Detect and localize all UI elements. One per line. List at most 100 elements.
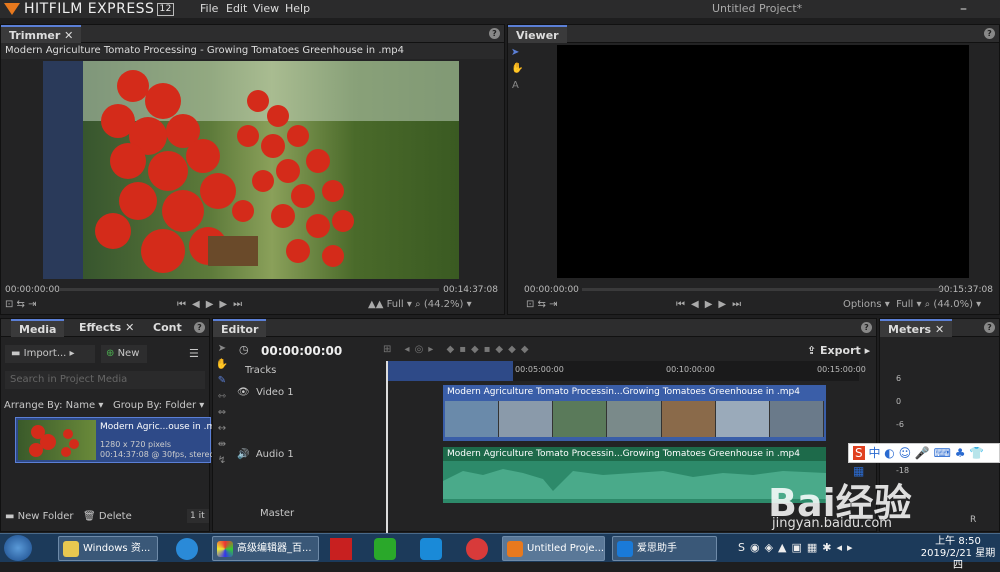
minimize-button[interactable]: – — [960, 0, 967, 18]
taskbar-explorer[interactable]: Windows 资... — [58, 536, 158, 561]
media-panel: Media Effects ✕ Cont ? ▬ Import... ▸ ⊕ N… — [0, 318, 215, 532]
ime-mode: 中 — [868, 446, 881, 460]
new-folder-label: New Folder — [17, 511, 74, 522]
taskbar-aisi-label: 爱思助手 — [637, 543, 677, 554]
tab-meters[interactable]: Meters ✕ — [880, 319, 953, 337]
clock-icon: ◷ — [239, 343, 249, 356]
thumb-frame — [445, 401, 500, 437]
close-icon[interactable]: ✕ — [125, 321, 134, 334]
list-view-icon[interactable]: ☰ — [189, 347, 199, 360]
media-item[interactable]: Modern Agric...ouse in .m 1280 x 720 pix… — [15, 417, 215, 463]
viewer-time-end: 00:15:37:08 — [938, 285, 993, 295]
cloud-icon[interactable] — [420, 538, 442, 560]
ruler-mark-2: 00:10:00:00 — [666, 365, 715, 374]
close-icon[interactable]: ✕ — [935, 323, 944, 336]
master-track-label: Master — [260, 508, 295, 519]
viewer-panel: Viewer ? ➤ ✋ A 00:00:00:00 00:15:37:08 ⊡… — [507, 24, 1000, 315]
new-folder-button[interactable]: ▬ New Folder — [5, 511, 74, 522]
text-tool-icon[interactable]: A — [512, 80, 519, 91]
audio-clip-label: Modern Agriculture Tomato Processin...Gr… — [443, 447, 826, 461]
clock[interactable]: 上午 8:50 2019/2/21 星期四 — [916, 536, 1000, 572]
menu-edit[interactable]: Edit — [226, 0, 247, 18]
thumb-frame — [499, 401, 554, 437]
trimmer-transport[interactable]: ⏮◀▶▶⏭ — [177, 299, 248, 310]
tab-effects[interactable]: Effects ✕ — [71, 319, 142, 337]
start-button[interactable] — [4, 535, 32, 561]
playhead[interactable] — [386, 361, 388, 533]
plus-icon: ⊕ — [106, 348, 115, 359]
trimmer-quality[interactable]: ▲▲ Full ▾ ⌕ (44.2%) ▾ — [368, 299, 472, 310]
select-tool-icon[interactable]: ➤ — [511, 47, 519, 58]
viewer-transport[interactable]: ⏮◀▶▶⏭ — [676, 299, 747, 310]
system-tray[interactable]: S◉◈▲▣▦✱◂▸ — [738, 541, 858, 554]
wechat-icon[interactable] — [374, 538, 396, 560]
eye-icon[interactable]: 👁 — [237, 387, 250, 398]
meter-tick: 0 — [896, 397, 902, 406]
help-icon[interactable]: ? — [489, 28, 500, 39]
taskbar-hitfilm[interactable]: Untitled Proje... — [502, 536, 605, 561]
taskbar-editor[interactable]: 高级编辑器_百... — [212, 536, 319, 561]
project-title: Untitled Project* — [712, 2, 803, 15]
app-icon[interactable] — [330, 538, 352, 560]
editor-timecode[interactable]: 00:00:00:00 — [261, 344, 342, 358]
new-label: New — [117, 348, 140, 359]
trimmer-quality-label: Full — [386, 299, 404, 310]
app-version: 12 — [157, 2, 174, 16]
trimmer-left-tools[interactable]: ⊡ ⇆ ⇥ — [5, 299, 37, 310]
hand-tool-icon[interactable]: ✋ — [511, 63, 523, 74]
sogou-icon: S — [853, 446, 865, 460]
item-count: 1 it — [187, 509, 209, 523]
import-button[interactable]: ▬ Import... ▸ — [5, 345, 95, 363]
trimmer-video-frame[interactable] — [43, 61, 459, 279]
taskbar-aisi[interactable]: 爱思助手 — [612, 536, 717, 561]
tab-viewer[interactable]: Viewer — [508, 25, 567, 43]
help-icon[interactable]: ? — [984, 322, 995, 333]
tab-editor[interactable]: Editor — [213, 319, 267, 337]
media-item-name: Modern Agric...ouse in .m — [100, 422, 216, 432]
aisi-icon — [617, 541, 633, 557]
tab-controls[interactable]: Cont — [145, 319, 190, 337]
tab-trimmer[interactable]: Trimmer ✕ — [1, 25, 82, 43]
thumb-frame — [553, 401, 608, 437]
video-clip[interactable]: Modern Agriculture Tomato Processin...Gr… — [443, 385, 826, 441]
app-icon[interactable] — [466, 538, 488, 560]
group-dropdown[interactable]: Group By: Folder ▾ — [113, 400, 204, 411]
help-icon[interactable]: ? — [194, 322, 205, 333]
viewer-left-tools[interactable]: ⊡ ⇆ ⇥ — [526, 299, 558, 310]
tab-meters-label: Meters — [888, 323, 932, 336]
export-label: Export — [820, 344, 861, 357]
tomato-image — [43, 61, 459, 279]
tab-effects-label: Effects — [79, 321, 122, 334]
ie-icon[interactable] — [176, 538, 198, 560]
trimmer-time-end: 00:14:37:08 — [443, 285, 498, 295]
viewer-canvas[interactable] — [557, 45, 969, 278]
thumb-frame — [769, 401, 824, 437]
arrange-dropdown[interactable]: Arrange By: Name ▾ — [4, 400, 103, 411]
editor-marker-tools[interactable]: ⊞ ◂◎▸ ◆▪◆▪◆◆◆ — [383, 344, 534, 355]
editor-tools[interactable]: ➤ ✋ ✎ ⇿ ⇔ ↔ ⇹ ↯ — [215, 341, 229, 511]
viewer-zoom: (44.0%) — [933, 299, 973, 310]
speaker-icon[interactable]: 🔊 — [237, 449, 249, 460]
ime-toolbar[interactable]: S 中 ◐ ☺ 🎤 ⌨ ♣ 👕 ▦ — [848, 443, 1000, 478]
thumb-frame — [661, 401, 716, 437]
new-button[interactable]: ⊕ New — [101, 345, 147, 363]
menu-help[interactable]: Help — [285, 0, 310, 18]
delete-button[interactable]: 🗑 Delete — [83, 511, 132, 522]
watermark-url: jingyan.baidu.com — [772, 516, 892, 531]
hitfilm-icon — [507, 541, 523, 557]
help-icon[interactable]: ? — [861, 322, 872, 333]
trimmer-scrub-bar[interactable] — [59, 288, 439, 291]
viewer-options[interactable]: Options ▾ Full ▾ ⌕ (44.0%) ▾ — [843, 299, 981, 310]
menu-view[interactable]: View — [253, 0, 279, 18]
help-icon[interactable]: ? — [984, 28, 995, 39]
export-button[interactable]: ⇪ Export ▸ — [807, 344, 870, 357]
work-area[interactable] — [387, 361, 513, 381]
viewer-scrub-bar[interactable] — [582, 288, 942, 291]
media-item-info: 00:14:37:08 @ 30fps, stereo — [100, 450, 215, 459]
menu-file[interactable]: File — [200, 0, 218, 18]
thumb-frame — [607, 401, 662, 437]
close-icon[interactable]: ✕ — [64, 29, 73, 42]
tab-media[interactable]: Media — [11, 319, 65, 337]
search-input[interactable]: Search in Project Media — [5, 371, 205, 389]
timeline-ruler[interactable]: 00:05:00:00 00:10:00:00 00:15:00:00 — [387, 361, 866, 381]
